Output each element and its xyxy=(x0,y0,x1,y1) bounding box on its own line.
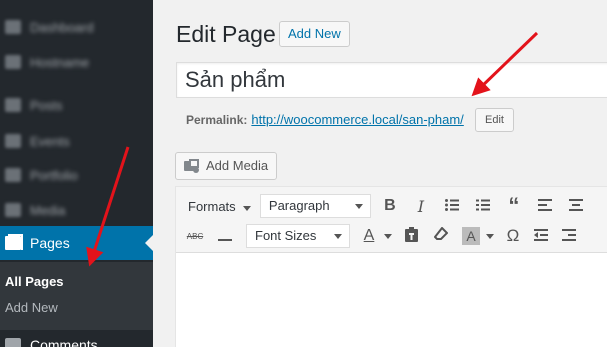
annotation-arrows xyxy=(86,31,539,267)
arrow-to-permalink xyxy=(471,31,539,97)
arrow-to-all-pages xyxy=(86,146,130,267)
